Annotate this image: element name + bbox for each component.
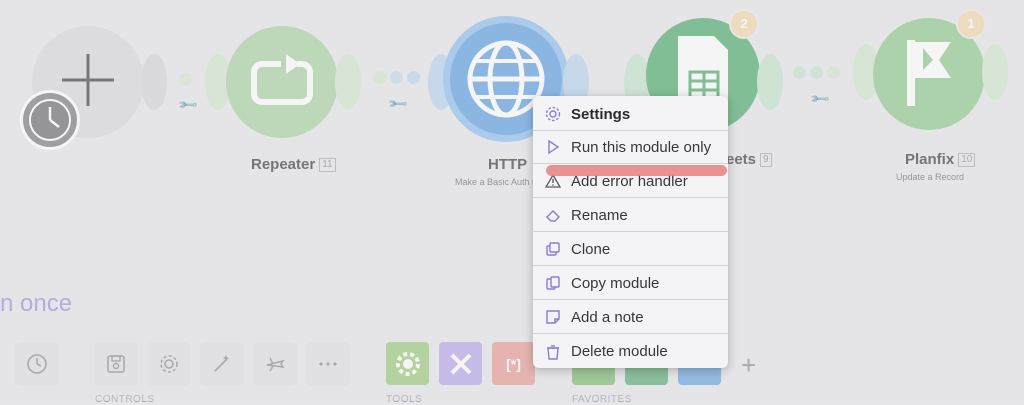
canvas-dim-overlay: [0, 0, 1024, 401]
note-icon: [544, 308, 562, 326]
menu-item-settings[interactable]: Settings: [533, 98, 728, 131]
menu-item-run-module-only[interactable]: Run this module only: [533, 131, 728, 164]
menu-item-add-note[interactable]: Add a note: [533, 301, 728, 334]
trash-icon: [544, 343, 562, 361]
clone-icon: [544, 240, 562, 258]
menu-item-label: Add a note: [571, 308, 644, 326]
module-context-menu: Settings Run this module only Add error …: [533, 96, 728, 368]
menu-item-clone[interactable]: Clone: [533, 233, 728, 266]
menu-item-label: Delete module: [571, 343, 668, 360]
eraser-icon: [544, 206, 562, 224]
menu-item-label: Rename: [571, 206, 628, 224]
gear-icon: [544, 105, 562, 123]
menu-item-delete-module[interactable]: Delete module: [533, 335, 728, 368]
highlight-mark: [546, 165, 727, 176]
menu-item-label: Copy module: [571, 274, 660, 292]
menu-item-rename[interactable]: Rename: [533, 199, 728, 232]
menu-item-copy-module[interactable]: Copy module: [533, 267, 728, 300]
play-icon: [544, 138, 562, 156]
menu-item-label: Settings: [571, 105, 631, 123]
menu-item-label: Run this module only: [571, 138, 712, 156]
copy-icon: [544, 274, 562, 292]
menu-item-label: Clone: [571, 240, 611, 258]
